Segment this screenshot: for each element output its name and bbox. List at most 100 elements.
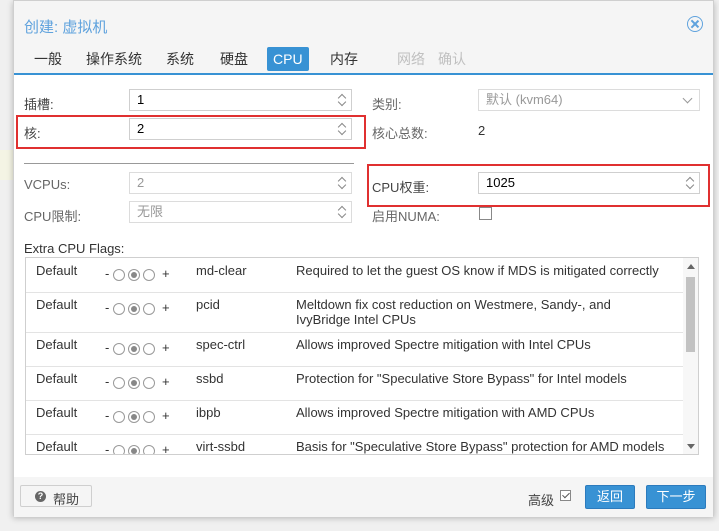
separator xyxy=(24,163,354,164)
type-value: 默认 (kvm64) xyxy=(486,92,563,107)
flag-description: Protection for "Speculative Store Bypass… xyxy=(296,371,627,386)
radio-default[interactable] xyxy=(128,445,140,454)
radio-on[interactable] xyxy=(143,445,155,454)
help-icon: ? xyxy=(35,491,46,502)
plus-sign: + xyxy=(162,340,170,355)
flag-name: pcid xyxy=(196,297,220,312)
table-row[interactable]: Default - + md-clear Required to let the… xyxy=(26,258,683,293)
cpulimit-label: CPU限制: xyxy=(24,209,82,224)
cpulimit-field[interactable]: 无限 xyxy=(129,201,352,223)
radio-off[interactable] xyxy=(113,411,125,423)
flag-name: virt-ssbd xyxy=(196,439,246,454)
radio-off[interactable] xyxy=(113,377,125,389)
close-icon[interactable] xyxy=(687,16,703,32)
sockets-field[interactable]: 1 xyxy=(129,89,352,111)
tab-disk[interactable]: 硬盘 xyxy=(214,47,254,71)
tab-os[interactable]: 操作系统 xyxy=(80,47,148,71)
scroll-down-icon[interactable] xyxy=(687,444,695,449)
radio-default[interactable] xyxy=(128,269,140,281)
plus-sign: + xyxy=(162,374,170,389)
scroll-thumb[interactable] xyxy=(686,277,695,352)
radio-on[interactable] xyxy=(143,269,155,281)
radio-default[interactable] xyxy=(128,343,140,355)
advanced-label: 高级 xyxy=(528,493,555,508)
help-label: 帮助 xyxy=(53,492,80,507)
sockets-label: 插槽: xyxy=(24,97,54,112)
vcpus-field[interactable]: 2 xyxy=(129,172,352,194)
dialog-titlebar[interactable]: 创建: 虚拟机 xyxy=(14,1,713,45)
numa-checkbox[interactable] xyxy=(479,207,492,220)
scroll-up-icon[interactable] xyxy=(687,264,695,269)
next-button[interactable]: 下一步 xyxy=(646,485,706,509)
flag-state: Default xyxy=(36,337,78,352)
flag-description: Required to let the guest OS know if MDS… xyxy=(296,263,659,278)
radio-default[interactable] xyxy=(128,377,140,389)
total-cores-value: 2 xyxy=(478,123,486,138)
radio-on[interactable] xyxy=(143,303,155,315)
flag-name: ssbd xyxy=(196,371,224,386)
plus-sign: + xyxy=(162,300,170,315)
plus-sign: + xyxy=(162,266,170,281)
flag-state: Default xyxy=(36,439,78,454)
radio-default[interactable] xyxy=(128,411,140,423)
table-row[interactable]: Default - + spec-ctrl Allows improved Sp… xyxy=(26,332,683,367)
flag-state: Default xyxy=(36,263,78,278)
numa-label: 启用NUMA: xyxy=(372,209,440,224)
radio-off[interactable] xyxy=(113,343,125,355)
flag-description: Allows improved Spectre mitigation with … xyxy=(296,337,591,352)
highlight-box-cpuunits xyxy=(367,164,710,207)
total-cores-label: 核心总数: xyxy=(372,126,428,141)
minus-sign: - xyxy=(105,340,110,355)
minus-sign: - xyxy=(105,408,110,423)
tab-system[interactable]: 系统 xyxy=(160,47,200,71)
back-button[interactable]: 返回 xyxy=(585,485,635,509)
table-row[interactable]: Default - + virt-ssbd Basis for "Specula… xyxy=(26,434,683,455)
radio-on[interactable] xyxy=(143,411,155,423)
vcpus-value: 2 xyxy=(137,175,145,190)
spinner-icon[interactable] xyxy=(337,175,347,191)
extra-flags-title: Extra CPU Flags: xyxy=(24,241,125,256)
flag-description: Basis for "Speculative Store Bypass" pro… xyxy=(296,439,665,454)
table-row[interactable]: Default - + ibpb Allows improved Spectre… xyxy=(26,400,683,435)
flag-name: spec-ctrl xyxy=(196,337,246,352)
tab-network[interactable]: 网络 xyxy=(391,47,431,71)
type-select[interactable]: 默认 (kvm64) xyxy=(478,89,700,111)
minus-sign: - xyxy=(105,266,110,281)
cpulimit-value: 无限 xyxy=(137,204,164,219)
tab-cpu[interactable]: CPU xyxy=(267,47,309,71)
flag-name: ibpb xyxy=(196,405,221,420)
radio-on[interactable] xyxy=(143,377,155,389)
minus-sign: - xyxy=(105,300,110,315)
radio-off[interactable] xyxy=(113,269,125,281)
tab-memory[interactable]: 内存 xyxy=(324,47,364,71)
cpu-flags-grid: Default - + md-clear Required to let the… xyxy=(25,257,699,455)
dialog-title: 创建: 虚拟机 xyxy=(24,19,108,36)
table-row[interactable]: Default - + ssbd Protection for "Specula… xyxy=(26,366,683,401)
highlight-box-cores xyxy=(16,115,366,149)
vertical-scrollbar[interactable] xyxy=(683,258,698,454)
flag-state: Default xyxy=(36,371,78,386)
radio-default[interactable] xyxy=(128,303,140,315)
advanced-checkbox[interactable] xyxy=(560,490,571,501)
chevron-down-icon[interactable] xyxy=(682,93,693,104)
minus-sign: - xyxy=(105,374,110,389)
radio-off[interactable] xyxy=(113,445,125,454)
cpu-panel: 插槽: 1 核: 2 VCPUs: 2 CPU限制: 无限 类别: 默认 (kv… xyxy=(14,75,713,477)
table-row[interactable]: Default - + pcid Meltdown fix cost reduc… xyxy=(26,292,683,333)
spinner-icon[interactable] xyxy=(337,92,347,108)
spinner-icon[interactable] xyxy=(337,204,347,220)
radio-on[interactable] xyxy=(143,343,155,355)
tab-confirm[interactable]: 确认 xyxy=(432,47,472,71)
dialog-footer: ? 帮助 高级 返回 下一步 xyxy=(14,477,713,517)
type-label: 类别: xyxy=(372,97,402,112)
flag-description: Meltdown fix cost reduction on Westmere,… xyxy=(296,297,611,327)
flag-description: Allows improved Spectre mitigation with … xyxy=(296,405,595,420)
plus-sign: + xyxy=(162,442,170,455)
radio-off[interactable] xyxy=(113,303,125,315)
flag-state: Default xyxy=(36,297,78,312)
vcpus-label: VCPUs: xyxy=(24,177,71,192)
sockets-value: 1 xyxy=(137,92,145,107)
tab-general[interactable]: 一般 xyxy=(28,47,68,71)
flag-name: md-clear xyxy=(196,263,247,278)
help-button[interactable]: ? 帮助 xyxy=(20,485,92,507)
